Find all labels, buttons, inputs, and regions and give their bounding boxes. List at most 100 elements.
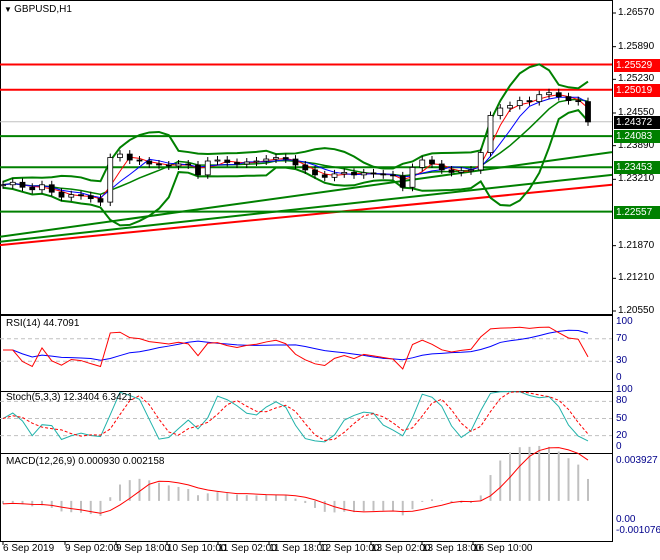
dropdown-triangle-icon[interactable]: ▼ [4,5,14,14]
candle-body [409,167,416,188]
price-axis-label: 1.25890 [618,40,655,52]
candle-body [107,157,114,203]
candle-body [575,100,582,103]
candle-body [253,160,260,163]
candle-body [58,191,65,198]
candle-body [390,174,396,177]
candle-body [204,160,211,176]
rsi-axis-label: 0 [616,372,622,383]
stoch-axis-label: 20 [616,429,628,441]
candle-body [351,171,357,176]
level-price-tag: 1.25019 [614,83,660,97]
level-price-tag: 1.24083 [614,130,660,144]
candle-body [546,92,552,96]
candle-body [78,194,84,197]
time-axis-label: 11 Sep 18:00 [269,543,328,554]
price-axis-label: 1.20550 [618,305,655,316]
candle-body [224,159,231,163]
candle-body [243,161,250,165]
candle-body [507,105,513,109]
time-axis-label: 11 Sep 02:00 [218,543,277,554]
current-price-tag: 1.24372 [614,115,660,129]
candle-body [585,101,591,123]
candle-body [9,181,16,186]
rsi-line [3,326,589,370]
candle-body [370,172,377,175]
level-price-tag: 1.22557 [614,205,660,219]
candle-body [448,169,455,173]
candle-body [341,171,348,175]
candle-body [117,153,123,158]
stoch-axis-label: 100 [616,384,633,395]
candle-body [516,100,523,106]
time-axis-label: 9 Sep 18:00 [116,543,170,554]
candle-body [146,160,153,165]
macd-title: MACD(12,26,9) 0.000930 0.002158 [6,456,165,467]
price-axis-label: 1.21870 [618,239,655,251]
candle-body [19,181,26,188]
candle-body [126,153,133,161]
candle-body [429,159,435,165]
candle-body [438,163,445,171]
candle-body [477,152,484,171]
price-axis-label: 1.23210 [618,173,655,185]
candle-body [487,115,494,153]
price-axis-label: 1.25230 [618,73,655,85]
candle-body [331,173,338,178]
candle-body [526,100,533,103]
time-axis-label: 6 Sep 2019 [3,543,55,554]
candle-body [468,169,474,172]
time-axis-label: 9 Sep 02:00 [65,543,119,554]
rsi-axis-label: 100 [616,316,633,327]
macd-axis-label: 0.00 [616,514,636,525]
chart-canvas[interactable] [0,0,660,560]
candle-body [156,163,162,166]
candle-body [555,92,562,98]
symbol-title: ▼ GBPUSD,H1 [4,4,72,15]
chart-window[interactable]: ▼ GBPUSD,H1 RSI(14) 44.7091 Stoch(5,3,3)… [0,0,660,560]
candle-body [29,186,36,191]
candle-body [419,159,426,168]
candle-body [458,170,465,173]
symbol-label: GBPUSD,H1 [14,4,72,15]
candle-body [214,159,221,162]
trend-line [0,173,613,243]
candle-body [312,169,318,176]
time-axis-label: 16 Sep 10:00 [473,543,533,554]
stoch-axis-label: 50 [616,412,628,424]
stoch-axis-label: 80 [616,395,628,407]
candle-body [39,184,45,191]
stoch-axis-label: 0 [616,441,622,452]
candle-body [497,107,504,116]
candle-body [263,158,270,162]
candle-body [380,173,387,176]
candle-body [185,163,192,166]
rsi-axis-label: 30 [616,355,628,367]
price-axis-label: 1.21210 [618,272,655,284]
candle-body [399,175,406,188]
level-price-tag: 1.25529 [614,58,660,72]
stoch-title: Stoch(5,3,3) 12.3404 6.3421 [6,392,133,403]
candle-body [165,164,172,167]
candle-body [234,162,240,165]
level-price-tag: 1.23453 [614,161,660,175]
candle-body [565,96,572,102]
candle-body [68,194,75,198]
candle-body [292,158,299,166]
rsi-axis-label: 70 [616,332,628,344]
candle-body [97,198,104,203]
candle-body [48,184,55,193]
candle-body [302,164,309,171]
candle-body [536,94,543,103]
candle-body [195,164,201,176]
candle-body [136,159,143,162]
candle-body [175,163,182,167]
candle-body [321,174,328,178]
price-axis-label: 1.26570 [618,7,655,18]
rsi-title: RSI(14) 44.7091 [6,318,80,329]
macd-axis-label: -0.001076 [616,525,660,536]
candle-body [360,172,367,176]
panel-frame-0 [0,0,613,315]
candle-body [282,157,289,160]
macd-axis-label: 0.003927 [616,455,658,466]
